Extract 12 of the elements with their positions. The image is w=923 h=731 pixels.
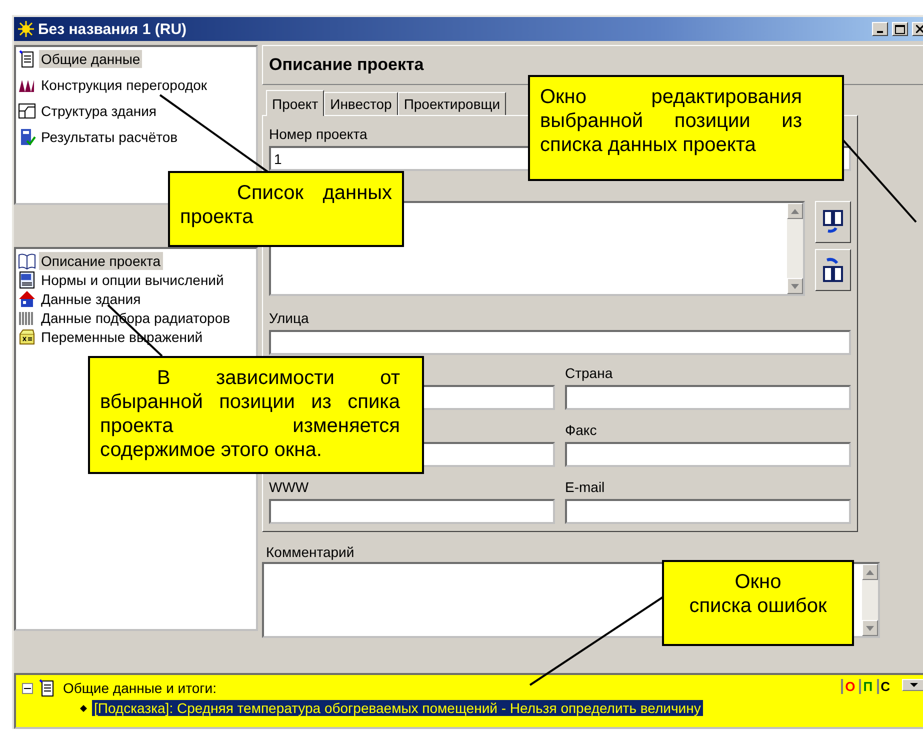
callout-tooltip: Список данных проекта	[168, 171, 404, 247]
field-label: E-mail	[565, 479, 606, 497]
window-title: Без названия 1 (RU)	[38, 20, 188, 38]
field-label: Номер проекта	[269, 126, 368, 144]
callout-tooltip: Окно редактирования выбранной позиции из списка данных проекта	[528, 75, 844, 181]
field-label: Страна	[565, 365, 614, 383]
callout-tooltip: Окно списка ошибок	[662, 560, 854, 646]
field-label: Комментарий	[266, 544, 356, 562]
field-label: Улица	[269, 310, 310, 328]
field-label: Факс	[565, 422, 598, 440]
callout-tooltip: В зависимости от вбыранной позиции из спика проекта изменяется содержимое этого окна.	[88, 356, 424, 474]
field-label: WWW	[269, 479, 310, 497]
